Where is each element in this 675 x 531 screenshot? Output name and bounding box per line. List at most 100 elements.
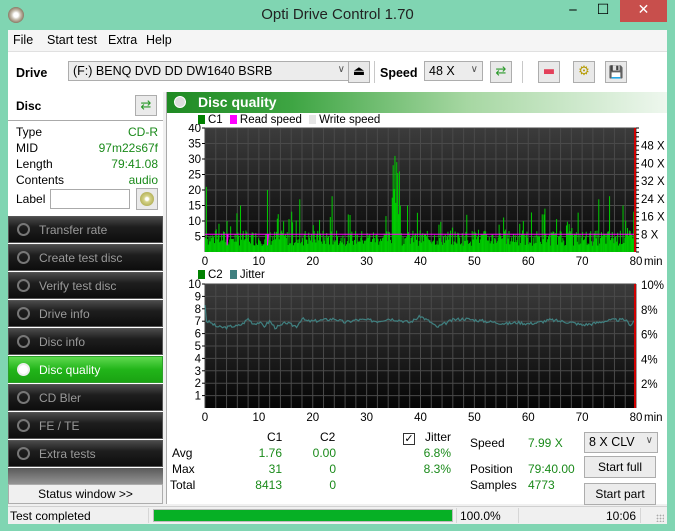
c1-bar — [417, 245, 419, 252]
c1-bar — [259, 241, 261, 252]
menu-start-test[interactable]: Start test — [47, 33, 97, 47]
c1-bar — [246, 232, 248, 252]
c1-bar — [544, 208, 546, 252]
nav-label: Verify test disc — [39, 279, 117, 293]
c1-bar — [431, 243, 433, 252]
nav-transfer-rate[interactable]: Transfer rate — [8, 216, 163, 243]
c1-bar — [520, 243, 522, 252]
c1-bar — [589, 233, 591, 252]
nav-disc-info[interactable]: Disc info — [8, 328, 163, 355]
stats-col-c1: C1 — [267, 430, 283, 444]
c1-bar — [563, 240, 565, 252]
resize-grip[interactable] — [656, 514, 664, 522]
c1-bar — [597, 245, 599, 252]
c1-bar — [355, 243, 357, 252]
c1-bar — [521, 230, 523, 252]
nav-disc-quality[interactable]: Disc quality — [8, 356, 163, 383]
c1-bar — [445, 240, 447, 252]
maximize-button[interactable]: ☐ — [588, 0, 618, 22]
c1-bar — [218, 223, 220, 252]
c1-bar — [263, 244, 265, 252]
c1-bar — [546, 242, 548, 252]
refresh-icon: ⇄ — [140, 98, 152, 113]
status-window-button[interactable]: Status window >> — [8, 484, 163, 504]
nav-fe-te[interactable]: FE / TE — [8, 412, 163, 439]
y-tick-label: 3 — [195, 366, 201, 378]
nav-create-test-disc[interactable]: Create test disc — [8, 244, 163, 271]
start-full-button[interactable]: Start full — [584, 456, 656, 478]
disc-label-input[interactable] — [50, 189, 130, 209]
c1-bar — [601, 236, 603, 252]
speed-readout-label: Speed — [470, 436, 505, 450]
c1-bar — [477, 229, 479, 252]
c1-bar — [476, 239, 478, 252]
c1-bar — [467, 240, 469, 252]
menu-help[interactable]: Help — [146, 33, 172, 47]
speed-select[interactable]: 48 X ∨ — [424, 61, 483, 81]
c1-bar — [305, 239, 307, 252]
eject-button[interactable]: ⏏ — [348, 61, 370, 83]
nav-extra-tests[interactable]: Extra tests — [8, 440, 163, 467]
c1-bar — [578, 244, 580, 252]
c1-bar — [240, 205, 242, 252]
c1-bar — [502, 238, 504, 252]
c1-bar — [344, 238, 346, 252]
nav-cd-bler[interactable]: CD Bler — [8, 384, 163, 411]
c1-bar — [210, 235, 212, 252]
y-tick-label: 9 — [195, 291, 201, 303]
c1-bar — [497, 237, 499, 252]
x-tick-label: 10 — [252, 256, 265, 268]
c1-bar — [436, 240, 438, 252]
erase-button[interactable]: ▬ — [538, 61, 560, 83]
c1-bar — [466, 214, 468, 252]
c1-bar — [390, 243, 392, 252]
nav-label: FE / TE — [39, 419, 80, 433]
c1-bar — [380, 240, 382, 252]
c1-bar — [264, 239, 266, 252]
c1-bar — [570, 232, 572, 252]
toolbar-separator — [522, 61, 523, 83]
settings-button[interactable]: ⚙ — [573, 61, 595, 83]
c1-bar — [462, 245, 464, 252]
c1-bar — [556, 219, 558, 252]
start-part-button[interactable]: Start part — [584, 483, 656, 505]
y-tick-label: 20 — [188, 185, 201, 197]
stats-row-label: Total — [170, 478, 196, 492]
disc-info-key: Length — [16, 157, 53, 171]
disc-gear-icon — [17, 419, 30, 432]
minimize-button[interactable]: ‒ — [558, 0, 588, 22]
save-button[interactable]: 💾 — [605, 61, 627, 83]
c1-bar — [505, 243, 507, 252]
nav-drive-info[interactable]: Drive info — [8, 300, 163, 327]
c1-bar — [356, 234, 358, 252]
refresh-speed-button[interactable]: ⇄ — [490, 61, 512, 83]
c1-bar — [603, 234, 605, 252]
c1-bar — [515, 242, 517, 252]
test-speed-select[interactable]: 8 X CLV ∨ — [584, 432, 658, 453]
c1-bar — [428, 239, 430, 252]
close-button[interactable]: ✕ — [620, 0, 667, 22]
c1-bar — [609, 240, 611, 252]
c1-bar — [225, 239, 227, 252]
c1-bar — [480, 233, 482, 252]
c1-bar — [250, 234, 252, 252]
c1-bar — [240, 239, 242, 252]
c1-bar — [553, 232, 555, 252]
jitter-checkbox[interactable]: ✓ — [403, 433, 415, 445]
y2-tick-label: 10% — [641, 280, 664, 292]
nav-verify-test-disc[interactable]: Verify test disc — [8, 272, 163, 299]
c1-bar — [345, 244, 347, 252]
drive-select[interactable]: (F:) BENQ DVD DD DW1640 BSRB ∨ — [68, 61, 350, 81]
c1-bar — [588, 244, 590, 252]
x-tick-label: 60 — [522, 256, 535, 268]
c1-bar — [625, 220, 627, 252]
menu-file[interactable]: File — [13, 33, 33, 47]
c1-bar — [365, 239, 367, 252]
menu-extra[interactable]: Extra — [108, 33, 137, 47]
disc-label-button[interactable] — [136, 188, 158, 210]
chevron-down-icon: ∨ — [470, 64, 478, 75]
c1-bar — [407, 205, 409, 252]
disc-refresh-button[interactable]: ⇄ — [135, 95, 157, 116]
c1-bar — [287, 244, 289, 252]
c1-bar — [557, 236, 559, 252]
